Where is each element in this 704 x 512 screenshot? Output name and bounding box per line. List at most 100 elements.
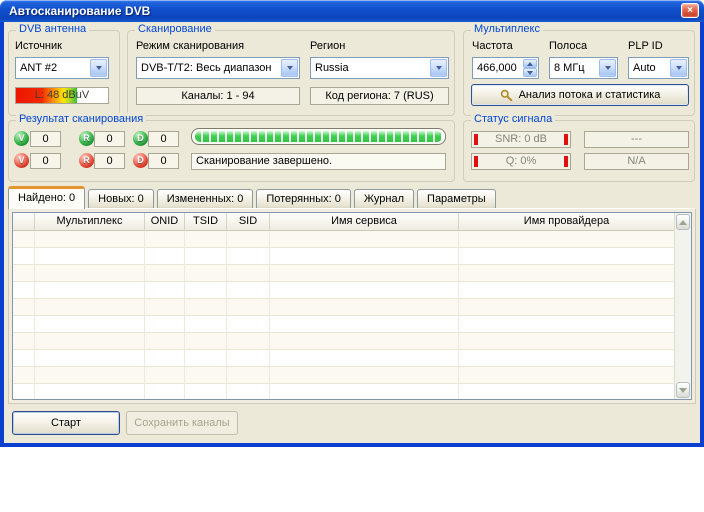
tab-new[interactable]: Новых: 0 <box>88 189 154 208</box>
column-header-icon[interactable] <box>13 213 35 231</box>
table-cell <box>185 299 227 316</box>
indicator-r-fail-count: 0 <box>94 153 125 169</box>
tab-parameters[interactable]: Параметры <box>417 189 496 208</box>
table-cell <box>13 282 35 299</box>
scan-result-group-title: Результат сканирования <box>16 113 146 125</box>
bandwidth-value: 8 МГц <box>550 58 598 78</box>
channel-table-main: Мультиплекс ONID TSID SID Имя сервиса Им… <box>13 213 674 399</box>
close-icon[interactable]: × <box>681 3 699 18</box>
table-cell <box>13 350 35 367</box>
table-cell <box>227 350 270 367</box>
signal-red-bar-icon <box>474 134 478 145</box>
plp-id-select[interactable]: Auto <box>628 57 689 79</box>
table-cell <box>13 265 35 282</box>
table-row[interactable] <box>13 248 674 265</box>
chevron-down-icon[interactable] <box>430 59 447 77</box>
magnifier-icon <box>500 89 513 102</box>
frequency-value: 466,000 <box>473 58 522 78</box>
table-cell <box>459 265 674 282</box>
tab-found[interactable]: Найдено: 0 <box>8 186 85 209</box>
table-cell <box>227 282 270 299</box>
table-cell <box>459 384 674 399</box>
indicator-d-fail-count: 0 <box>148 153 179 169</box>
table-cell <box>227 367 270 384</box>
region-select[interactable]: Russia <box>310 57 449 79</box>
frequency-stepper[interactable]: 466,000 <box>472 57 539 79</box>
chevron-down-icon[interactable] <box>523 68 537 77</box>
table-cell <box>185 231 227 248</box>
table-cell <box>35 231 145 248</box>
scroll-down-icon[interactable] <box>676 382 690 398</box>
tab-changed[interactable]: Измененных: 0 <box>157 189 254 208</box>
analyze-stream-button[interactable]: Анализ потока и статистика <box>471 84 689 106</box>
table-cell <box>270 350 459 367</box>
bandwidth-select[interactable]: 8 МГц <box>549 57 618 79</box>
indicator-r-ok-icon: R <box>79 131 94 146</box>
table-cell <box>227 384 270 399</box>
table-cell <box>145 367 185 384</box>
signal-level-meter: L: 48 dBuV <box>15 87 109 104</box>
column-header-tsid[interactable]: TSID <box>185 213 227 231</box>
column-header-service[interactable]: Имя сервиса <box>270 213 459 231</box>
table-scrollbar[interactable] <box>674 213 691 399</box>
table-cell <box>145 248 185 265</box>
table-cell <box>459 350 674 367</box>
chevron-down-icon[interactable] <box>670 59 687 77</box>
table-row[interactable] <box>13 282 674 299</box>
table-cell <box>13 367 35 384</box>
chevron-down-icon[interactable] <box>599 59 616 77</box>
scan-result-group: Результат сканирования V 0 R 0 D 0 V 0 R… <box>8 120 455 182</box>
table-cell <box>145 282 185 299</box>
multiplex-group-title: Мультиплекс <box>471 23 543 35</box>
title-bar[interactable]: Автосканирование DVB × <box>0 0 704 22</box>
table-row[interactable] <box>13 350 674 367</box>
save-channels-button[interactable]: Сохранить каналы <box>126 411 238 435</box>
indicator-v-ok-count: 0 <box>30 131 61 147</box>
start-button[interactable]: Старт <box>12 411 120 435</box>
indicator-v-fail-count: 0 <box>30 153 61 169</box>
tab-lost[interactable]: Потерянных: 0 <box>256 189 351 208</box>
column-header-sid[interactable]: SID <box>227 213 270 231</box>
source-select[interactable]: ANT #2 <box>15 57 109 79</box>
source-value: ANT #2 <box>16 58 89 78</box>
scan-progress-fill <box>195 131 442 142</box>
scanning-group-title: Сканирование <box>135 23 215 35</box>
scanning-group: Сканирование Режим сканирования DVB-T/T2… <box>127 30 455 116</box>
source-label: Источник <box>15 40 62 52</box>
scroll-up-icon[interactable] <box>676 214 690 230</box>
table-cell <box>145 265 185 282</box>
table-cell <box>145 299 185 316</box>
table-row[interactable] <box>13 231 674 248</box>
table-row[interactable] <box>13 316 674 333</box>
table-cell <box>145 384 185 399</box>
table-row[interactable] <box>13 367 674 384</box>
table-cell <box>459 248 674 265</box>
indicator-d-ok-icon: D <box>133 131 148 146</box>
table-row[interactable] <box>13 333 674 350</box>
table-cell <box>227 333 270 350</box>
table-row[interactable] <box>13 299 674 316</box>
table-cell <box>185 265 227 282</box>
client-area: DVB антенна Источник ANT #2 L: 48 dBuV С… <box>4 22 700 443</box>
table-cell <box>13 248 35 265</box>
signal-status-group-title: Статус сигнала <box>471 113 555 125</box>
scan-status-field: Сканирование завершено. <box>191 153 446 170</box>
column-header-multiplex[interactable]: Мультиплекс <box>35 213 145 231</box>
chevron-down-icon[interactable] <box>281 59 298 77</box>
chevron-down-icon[interactable] <box>90 59 107 77</box>
column-header-onid[interactable]: ONID <box>145 213 185 231</box>
table-cell <box>185 384 227 399</box>
table-row[interactable] <box>13 384 674 399</box>
frequency-label: Частота <box>472 40 513 52</box>
column-header-provider[interactable]: Имя провайдера <box>459 213 674 231</box>
table-cell <box>35 350 145 367</box>
table-cell <box>35 316 145 333</box>
scan-mode-select[interactable]: DVB-T/T2: Весь диапазон <box>136 57 300 79</box>
indicator-r-fail-icon: R <box>79 153 94 168</box>
screen: Автосканирование DVB × DVB антенна Источ… <box>0 0 704 512</box>
chevron-up-icon[interactable] <box>523 59 537 68</box>
tab-log[interactable]: Журнал <box>354 189 414 208</box>
table-row[interactable] <box>13 265 674 282</box>
table-cell <box>35 367 145 384</box>
table-cell <box>227 231 270 248</box>
